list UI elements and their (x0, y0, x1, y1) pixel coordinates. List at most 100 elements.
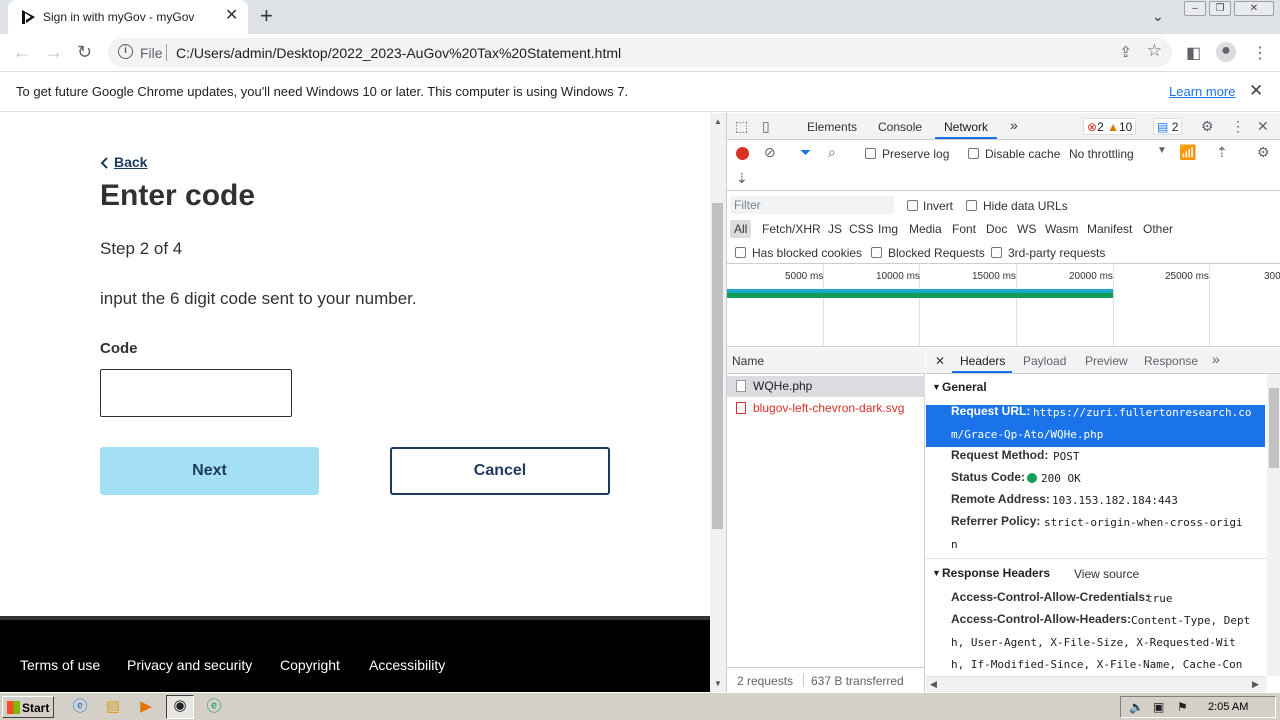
details-close-icon[interactable]: ✕ (935, 354, 945, 368)
third-party-checkbox[interactable] (991, 247, 1002, 258)
scroll-up-icon[interactable]: ▲ (714, 117, 722, 126)
tab-elements[interactable]: Elements (807, 120, 857, 134)
response-headers-title[interactable]: Response Headers (942, 566, 1050, 580)
devtools-close-icon[interactable]: ✕ (1257, 118, 1269, 135)
details-scrollbar[interactable] (1267, 374, 1280, 676)
filter-type-media[interactable]: Media (909, 222, 942, 236)
throttling-select[interactable]: No throttling (1069, 147, 1134, 161)
cancel-button[interactable]: Cancel (390, 447, 610, 495)
side-panel-icon[interactable]: ◧ (1186, 43, 1201, 63)
window-close-button[interactable]: ✕ (1234, 1, 1274, 16)
tab-payload[interactable]: Payload (1023, 354, 1066, 368)
acah-value-cont[interactable]: h, If-Modified-Since, X-File-Name, Cache… (951, 658, 1242, 671)
filter-type-fetch[interactable]: Fetch/XHR (762, 222, 821, 236)
error-warning-badge[interactable]: ⊗2 ▲10 (1083, 118, 1137, 135)
bookmark-star-icon[interactable]: ☆ (1147, 41, 1162, 61)
inspect-element-icon[interactable]: ⬚ (735, 118, 748, 135)
file-explorer-icon[interactable]: ▤ (103, 697, 123, 717)
filter-type-other[interactable]: Other (1143, 222, 1173, 236)
search-icon[interactable]: ⌕ (828, 144, 836, 161)
scroll-left-icon[interactable]: ◀ (930, 679, 937, 690)
request-row[interactable]: WQHe.php (727, 376, 925, 397)
settings-gear-icon[interactable]: ⚙ (1201, 118, 1214, 135)
referrer-policy-value-cont[interactable]: n (951, 538, 958, 551)
back-arrow-icon[interactable]: ← (13, 41, 31, 63)
address-url[interactable]: C:/Users/admin/Desktop/2022_2023-AuGov%2… (176, 45, 621, 61)
blocked-requests-checkbox[interactable] (871, 247, 882, 258)
reload-icon[interactable]: ↻ (77, 41, 92, 63)
forward-arrow-icon[interactable]: → (45, 41, 63, 63)
filter-type-wasm[interactable]: Wasm (1045, 222, 1079, 236)
messages-badge[interactable]: ▤ 2 (1153, 118, 1183, 135)
tab-close-icon[interactable]: ✕ (225, 8, 238, 24)
disable-cache-checkbox[interactable] (968, 148, 979, 159)
tab-console[interactable]: Console (878, 120, 922, 134)
acah-value[interactable]: Content-Type, Dept (1131, 614, 1250, 627)
network-icon[interactable]: ▣ (1153, 700, 1164, 714)
address-bar[interactable]: i File C:/Users/admin/Desktop/2022_2023-… (108, 38, 1172, 67)
more-tabs-icon[interactable]: » (1010, 117, 1018, 133)
dropdown-arrow-icon[interactable]: ▼ (1157, 145, 1167, 156)
tab-response[interactable]: Response (1144, 354, 1198, 368)
acah-value-cont[interactable]: h, User-Agent, X-File-Size, X-Requested-… (951, 636, 1236, 649)
device-toolbar-icon[interactable]: ▯ (762, 118, 770, 135)
footer-link-privacy[interactable]: Privacy and security (127, 657, 252, 673)
preserve-log-checkbox[interactable] (865, 148, 876, 159)
scroll-right-icon[interactable]: ▶ (1252, 679, 1259, 690)
page-scrollbar[interactable]: ▲ ▼ (710, 113, 726, 692)
volume-icon[interactable]: 🔈 (1129, 700, 1144, 714)
blocked-cookies-checkbox[interactable] (735, 247, 746, 258)
chrome-taskbar-icon[interactable]: ◉ (166, 695, 194, 719)
record-icon[interactable] (736, 147, 749, 160)
media-player-icon[interactable]: ▶ (136, 697, 156, 717)
internet-explorer-icon[interactable]: ⓔ (70, 697, 90, 717)
minimize-button[interactable]: – (1184, 1, 1206, 16)
filter-type-doc[interactable]: Doc (986, 222, 1007, 236)
hide-data-urls-checkbox[interactable] (966, 200, 977, 211)
request-list-header[interactable]: Name (727, 348, 925, 374)
code-input[interactable] (100, 369, 292, 417)
remote-address-value[interactable]: 103.153.182.184:443 (1052, 494, 1178, 507)
request-url-value-cont[interactable]: m/Grace-Qp-Ato/WQHe.php (951, 428, 1103, 441)
filter-type-font[interactable]: Font (952, 222, 976, 236)
request-method-value[interactable]: POST (1053, 450, 1080, 463)
footer-link-copyright[interactable]: Copyright (280, 657, 340, 673)
menu-kebab-icon[interactable]: ⋮ (1252, 43, 1268, 63)
filter-type-ws[interactable]: WS (1017, 222, 1036, 236)
filter-type-img[interactable]: Img (878, 222, 898, 236)
maximize-button[interactable]: ❐ (1209, 1, 1231, 16)
taskbar-clock[interactable]: 2:05 AM (1208, 701, 1248, 713)
import-har-icon[interactable]: ⇡ (1216, 144, 1228, 161)
browser-tab[interactable]: Sign in with myGov - myGov ✕ (8, 0, 248, 34)
start-button[interactable]: Start (2, 696, 54, 718)
next-button[interactable]: Next (100, 447, 319, 495)
share-icon[interactable]: ⇪ (1119, 43, 1132, 61)
filter-icon[interactable]: ⏷ (800, 144, 811, 161)
devtools-menu-icon[interactable]: ⋮ (1231, 118, 1245, 135)
page-scroll-thumb[interactable] (712, 203, 723, 529)
info-icon[interactable]: i (118, 44, 133, 59)
status-code-value[interactable]: 200 OK (1041, 472, 1081, 485)
request-url-value[interactable]: https://zuri.fullertonresearch.co (1033, 406, 1252, 419)
section-collapse-icon[interactable]: ▼ (932, 382, 941, 392)
request-row[interactable]: blugov-left-chevron-dark.svg (727, 398, 925, 419)
details-hscrollbar[interactable]: ◀ ▶ (926, 676, 1267, 692)
tab-headers[interactable]: Headers (960, 354, 1005, 368)
clear-icon[interactable]: ⊘ (764, 144, 776, 161)
filter-input[interactable]: Filter (731, 196, 894, 214)
invert-checkbox[interactable] (907, 200, 918, 211)
more-detail-tabs-icon[interactable]: » (1212, 351, 1220, 367)
network-timeline[interactable]: 5000 ms 10000 ms 15000 ms 20000 ms 25000… (727, 265, 1280, 347)
network-conditions-icon[interactable]: 📶 (1179, 144, 1196, 161)
section-collapse-icon[interactable]: ▼ (932, 568, 941, 578)
details-scroll-thumb[interactable] (1269, 388, 1279, 468)
acac-value[interactable]: true (1146, 592, 1173, 605)
infobar-close-icon[interactable]: ✕ (1249, 81, 1263, 101)
tab-preview[interactable]: Preview (1085, 354, 1128, 368)
edge-icon[interactable]: ⓔ (204, 697, 224, 717)
footer-link-terms[interactable]: Terms of use (20, 657, 100, 673)
action-center-icon[interactable]: ⚑ (1177, 700, 1188, 714)
filter-type-css[interactable]: CSS (849, 222, 874, 236)
filter-type-manifest[interactable]: Manifest (1087, 222, 1132, 236)
scroll-down-icon[interactable]: ▼ (714, 679, 722, 688)
